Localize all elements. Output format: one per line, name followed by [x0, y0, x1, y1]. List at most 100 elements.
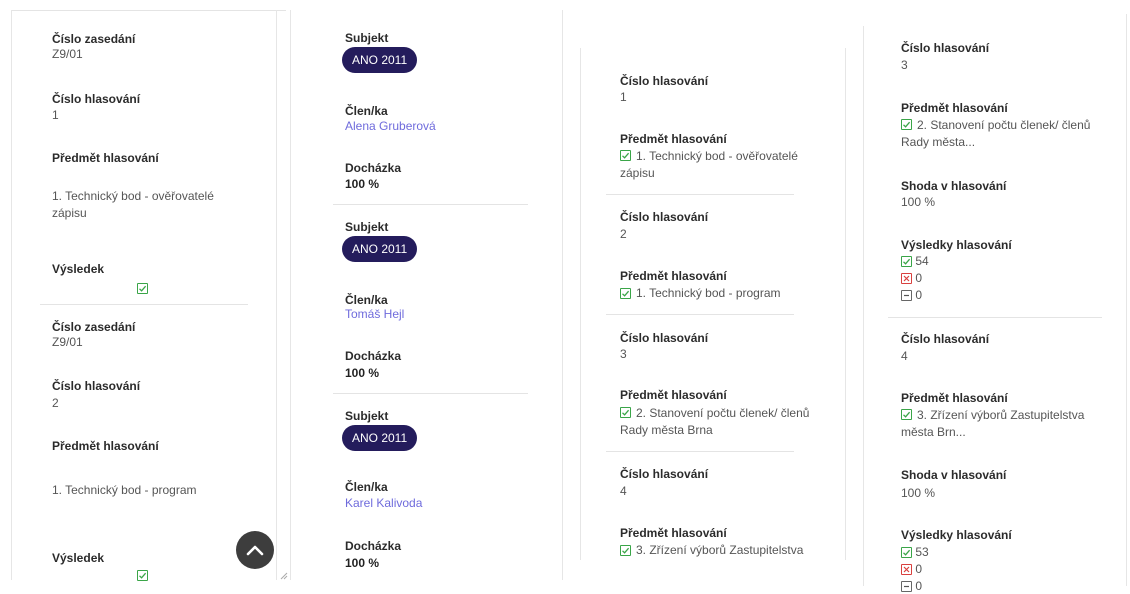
attendance-value: 100 %	[345, 556, 380, 570]
vote-subject-label: Předmět hlasování	[620, 388, 727, 402]
check-icon	[620, 545, 631, 556]
abstain-count-value: 0	[915, 288, 923, 302]
vote-subject-text: 2. Stanovení počtu členek/ členů Rady mě…	[901, 118, 1091, 149]
vote-subject-value: 1. Technický bod - program	[620, 286, 820, 301]
subject-label: Subjekt	[345, 409, 389, 423]
vote-number-value: 3	[620, 347, 627, 361]
vote-subject-text: 3. Zřízení výborů Zastupitelstva města B…	[901, 408, 1085, 439]
member-link[interactable]: Tomáš Hejl	[345, 307, 404, 322]
panel-members: Subjekt ANO 2011 Člen/ka Alena Gruberová…	[290, 0, 563, 594]
vote-subject-label: Předmět hlasování	[620, 132, 727, 146]
session-number-value: Z9/01	[52, 47, 83, 61]
check-icon	[901, 409, 912, 420]
session-number-value: Z9/01	[52, 335, 83, 349]
vote-subject-value: 1. Technický bod - ověřovatelé zápisu	[620, 148, 820, 182]
member-label: Člen/ka	[345, 480, 388, 494]
row-divider	[333, 204, 528, 205]
vote-number-label: Číslo hlasování	[52, 379, 141, 393]
attendance-value: 100 %	[345, 366, 380, 380]
result-label: Výsledek	[52, 262, 105, 276]
vote-subject-label: Předmět hlasování	[901, 101, 1008, 115]
abstain-count-value: 0	[915, 579, 923, 593]
vote-number-value: 1	[620, 90, 627, 104]
check-icon	[620, 288, 631, 299]
row-divider	[40, 304, 248, 305]
agreement-value: 100 %	[901, 486, 936, 500]
panel-left-border	[290, 10, 291, 580]
vote-number-value: 4	[901, 349, 908, 363]
vote-subject-text: 1. Technický bod - program	[636, 286, 781, 300]
subject-label: Subjekt	[345, 220, 389, 234]
row-divider	[606, 314, 794, 315]
resize-handle-icon[interactable]	[280, 572, 288, 580]
vote-number-label: Číslo hlasování	[620, 74, 709, 88]
agreement-label: Shoda v hlasování	[901, 468, 1007, 482]
member-link[interactable]: Alena Gruberová	[345, 119, 436, 134]
abstain-count: 0	[901, 579, 922, 594]
subject-label: Subjekt	[345, 31, 389, 45]
session-number-label: Číslo zasedání	[52, 32, 136, 46]
attendance-label: Docházka	[345, 539, 402, 553]
results-label: Výsledky hlasování	[901, 528, 1012, 542]
no-count-value: 0	[915, 271, 923, 285]
row-divider	[888, 317, 1102, 318]
party-badge: ANO 2011	[342, 47, 418, 73]
check-icon	[901, 119, 912, 130]
row-divider	[333, 393, 528, 394]
yes-count-value: 54	[915, 254, 929, 268]
check-icon	[901, 256, 912, 267]
check-icon	[620, 150, 631, 161]
vote-number-value: 1	[52, 108, 59, 122]
panel-right-border	[1126, 14, 1127, 586]
yes-count: 54	[901, 254, 929, 269]
no-count: 0	[901, 271, 922, 286]
vote-subject-text: 2. Stanovení počtu členek/ členů Rady mě…	[620, 406, 810, 437]
attendance-label: Docházka	[345, 161, 402, 175]
result-check-icon	[137, 279, 148, 297]
panel-top-border	[12, 10, 286, 11]
minus-icon	[901, 290, 912, 301]
cross-icon	[901, 564, 912, 575]
abstain-count: 0	[901, 288, 922, 303]
vote-subject-label: Předmět hlasování	[52, 151, 159, 165]
row-divider	[606, 194, 794, 195]
attendance-label: Docházka	[345, 349, 402, 363]
vote-number-label: Číslo hlasování	[52, 92, 141, 106]
panel-right-border	[276, 10, 277, 580]
panel-votes-list: Číslo hlasování 1 Předmět hlasování 1. T…	[566, 0, 862, 594]
vote-subject-label: Předmět hlasování	[901, 391, 1008, 405]
vote-number-value: 2	[52, 396, 59, 410]
check-icon	[901, 547, 912, 558]
yes-count-value: 53	[915, 545, 929, 559]
panel-session-votes: Číslo zasedání Z9/01 Číslo hlasování 1 P…	[0, 0, 288, 594]
member-link[interactable]: Karel Kalivoda	[345, 496, 422, 511]
check-icon	[620, 407, 631, 418]
row-divider	[606, 451, 794, 452]
cross-icon	[901, 273, 912, 284]
session-number-label: Číslo zasedání	[52, 320, 136, 334]
panel-vote-results: Číslo hlasování 3 Předmět hlasování 2. S…	[862, 0, 1130, 594]
vote-number-label: Číslo hlasování	[901, 41, 990, 55]
vote-subject-value: 3. Zřízení výborů Zastupitelstva	[620, 543, 830, 558]
attendance-value: 100 %	[345, 177, 380, 191]
no-count: 0	[901, 562, 922, 577]
vote-subject-value: 2. Stanovení počtu členek/ členů Rady mě…	[620, 405, 810, 439]
vote-subject-value: 1. Technický bod - program	[52, 483, 197, 497]
scroll-to-top-button[interactable]	[236, 531, 274, 569]
no-count-value: 0	[915, 562, 923, 576]
vote-subject-value: 2. Stanovení počtu členek/ členů Rady mě…	[901, 117, 1101, 151]
result-check-icon	[137, 566, 148, 584]
panel-right-border	[562, 10, 563, 580]
agreement-value: 100 %	[901, 195, 936, 209]
member-label: Člen/ka	[345, 104, 388, 118]
member-label: Člen/ka	[345, 293, 388, 307]
vote-subject-value: 3. Zřízení výborů Zastupitelstva města B…	[901, 407, 1111, 441]
result-label: Výsledek	[52, 551, 105, 565]
panel-left-border	[863, 26, 864, 586]
yes-count: 53	[901, 545, 929, 560]
vote-subject-text: 3. Zřízení výborů Zastupitelstva	[636, 543, 804, 557]
vote-subject-label: Předmět hlasování	[620, 269, 727, 283]
party-badge: ANO 2011	[342, 425, 418, 451]
panel-left-border	[580, 48, 581, 560]
party-badge: ANO 2011	[342, 236, 418, 262]
